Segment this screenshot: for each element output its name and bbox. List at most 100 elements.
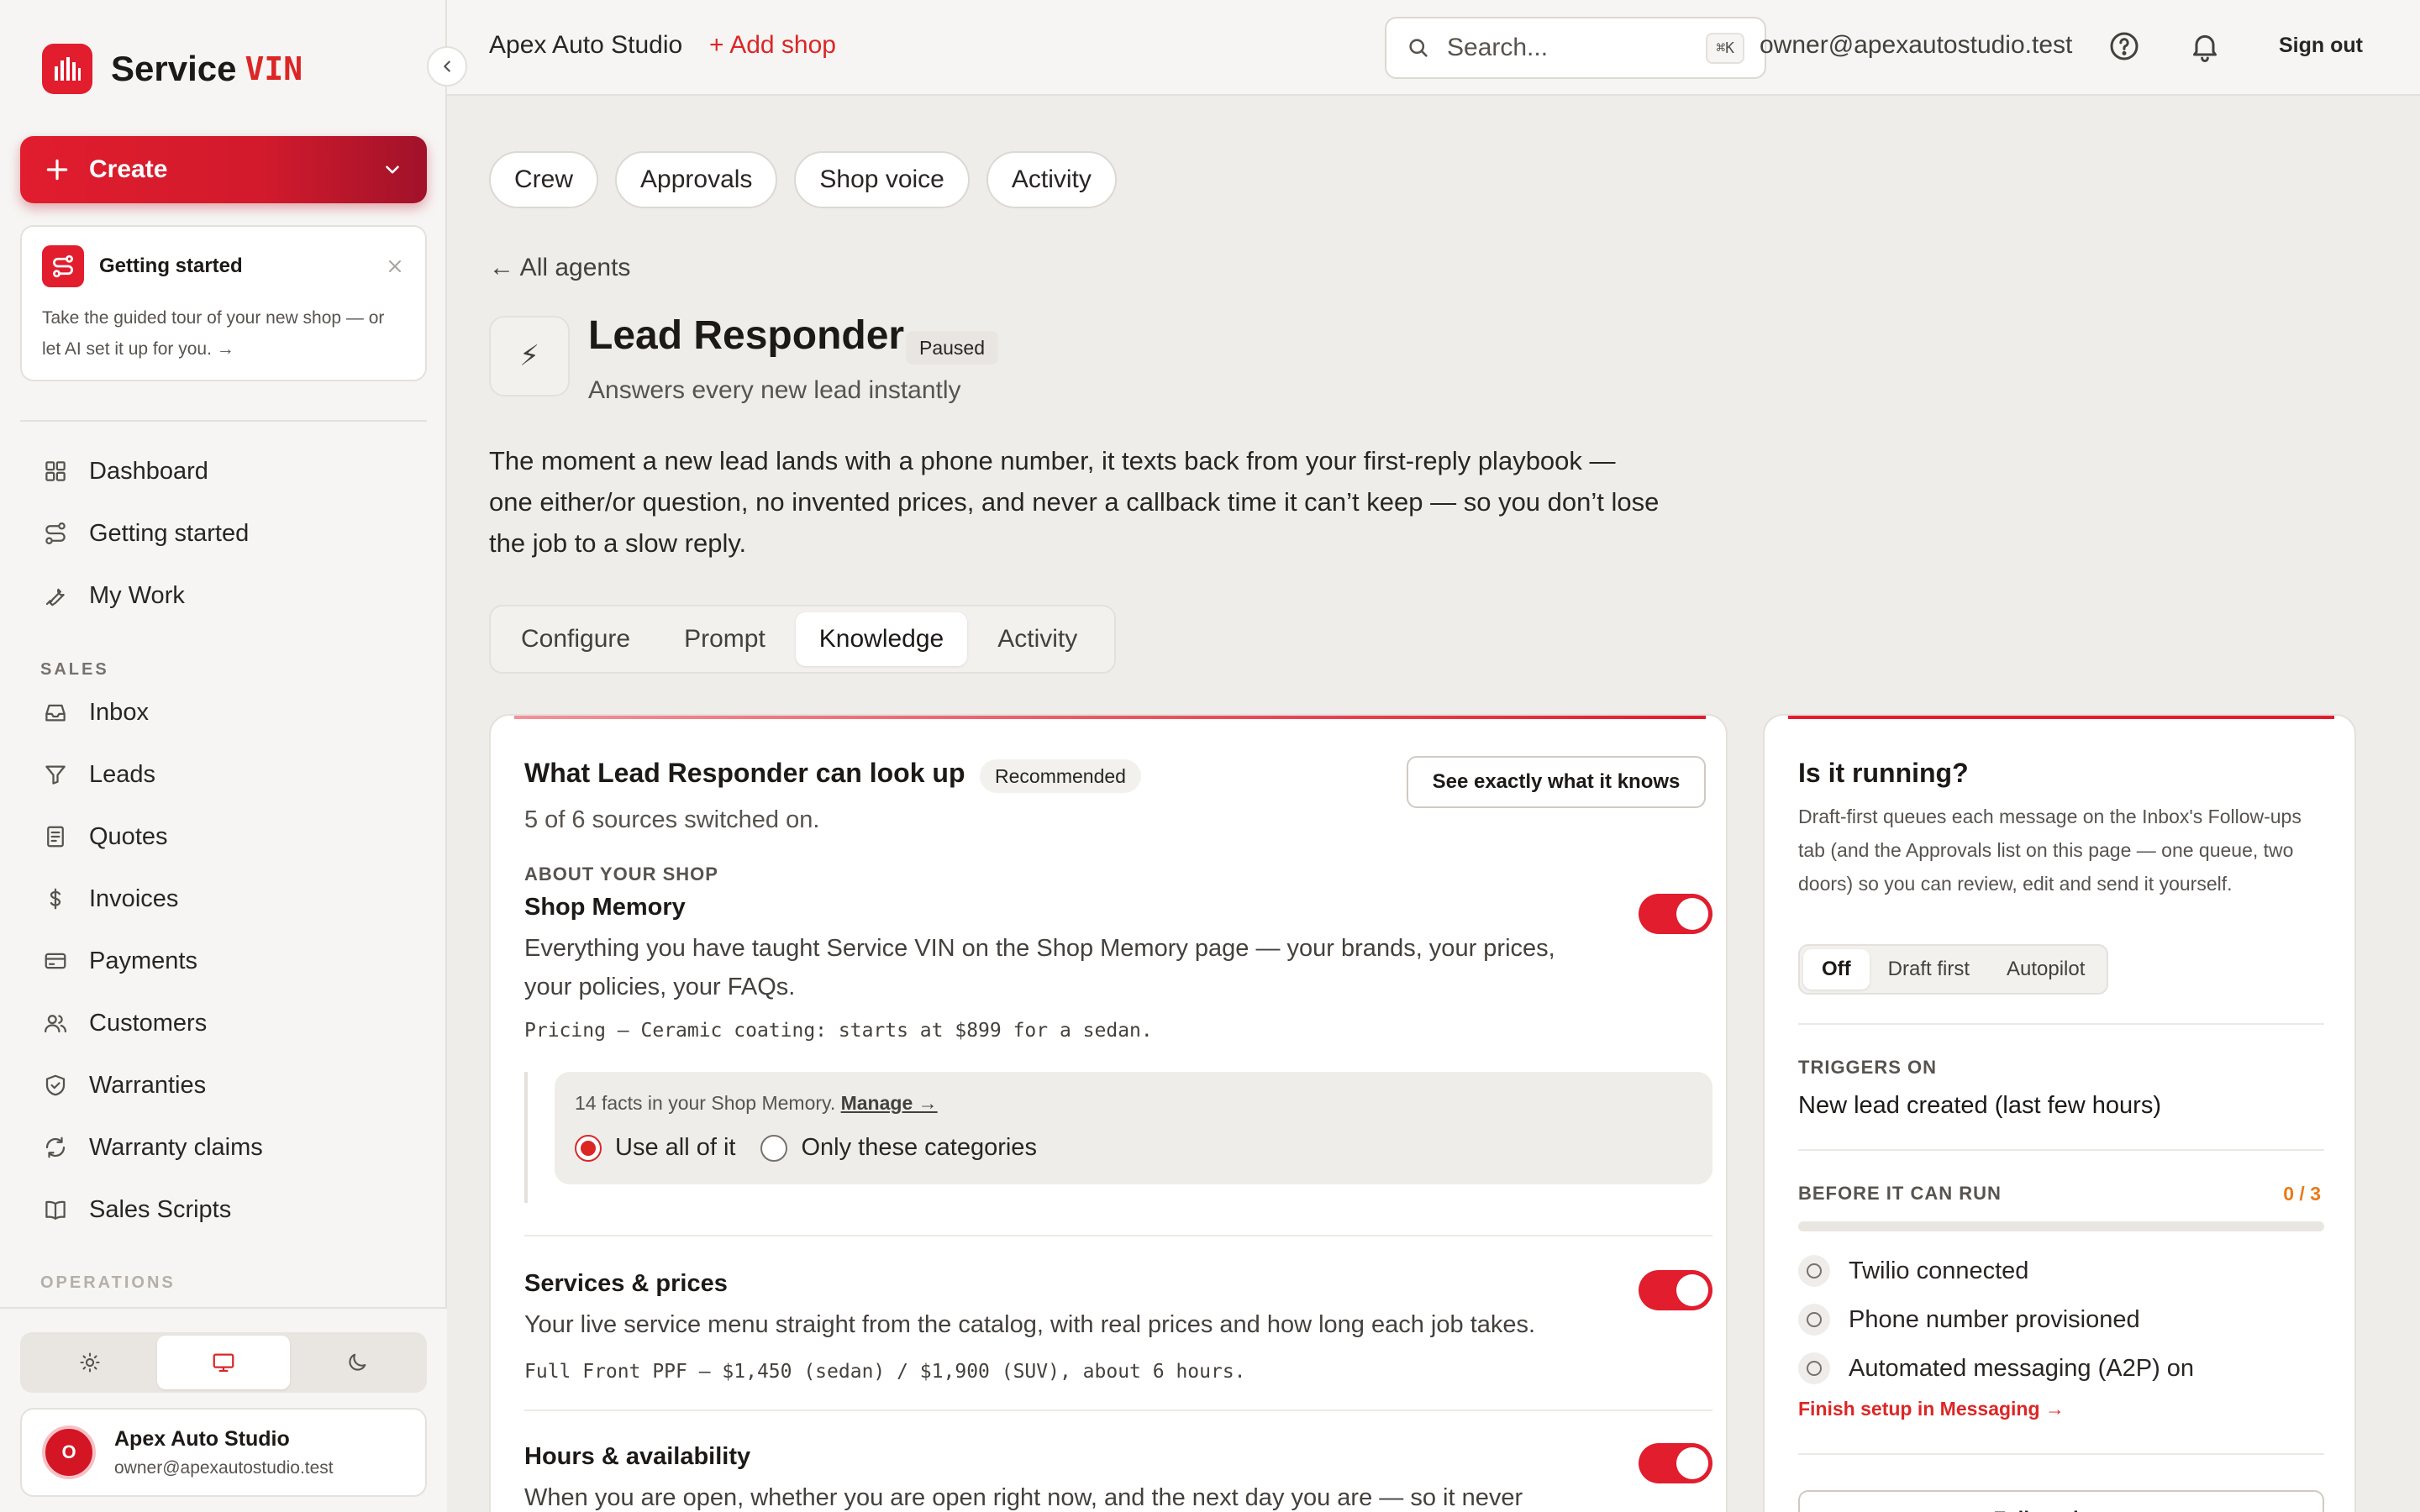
bell-icon[interactable]: [2188, 29, 2222, 63]
lightning-icon: ⚡: [489, 316, 570, 396]
sidebar-item-label: My Work: [89, 581, 185, 609]
agent-tabs: Configure Prompt Knowledge Activity: [489, 605, 1117, 674]
pill-activity[interactable]: Activity: [986, 151, 1117, 208]
setup-progress-bar: [1798, 1221, 2324, 1231]
sidebar-item-warranty-claims[interactable]: Warranty claims: [40, 1126, 263, 1169]
search-placeholder: Search...: [1447, 34, 1549, 61]
source-divider: [524, 1235, 1712, 1236]
check-label: Automated messaging (A2P) on: [1849, 1354, 2195, 1382]
sidebar-item-dashboard[interactable]: Dashboard: [40, 449, 208, 493]
knowledge-title: What Lead Responder can look up: [524, 758, 965, 788]
grid-icon: [40, 456, 71, 486]
search-icon: [1409, 39, 1428, 57]
pending-circle-icon: [1798, 1352, 1830, 1384]
sidebar-item-getting-started[interactable]: Getting started: [40, 512, 249, 555]
sidebar-item-invoices[interactable]: Invoices: [40, 877, 178, 921]
avatar: O: [42, 1425, 96, 1479]
sidebar-item-quotes[interactable]: Quotes: [40, 815, 168, 858]
card-divider: [1798, 1453, 2324, 1455]
theme-light-option[interactable]: [24, 1336, 157, 1389]
sidebar-item-warranties[interactable]: Warranties: [40, 1063, 206, 1107]
tab-prompt[interactable]: Prompt: [660, 612, 789, 666]
help-icon[interactable]: [2107, 29, 2141, 63]
user-card[interactable]: O Apex Auto Studio owner@apexautostudio.…: [20, 1408, 427, 1497]
tab-activity[interactable]: Activity: [974, 612, 1101, 666]
shield-check-icon: [40, 1070, 71, 1100]
theme-dark-option[interactable]: [290, 1336, 424, 1389]
document-icon: [40, 822, 71, 852]
manage-memory-link[interactable]: Manage →: [841, 1092, 938, 1114]
getting-started-card[interactable]: Getting started Take the guided tour of …: [20, 225, 427, 381]
brand-logo[interactable]: Service VIN: [42, 42, 302, 96]
tab-configure[interactable]: Configure: [497, 612, 654, 666]
search-input[interactable]: Search... ⌘K: [1385, 17, 1766, 79]
add-shop-link[interactable]: + Add shop: [709, 31, 836, 60]
radio-only-categories[interactable]: [760, 1134, 788, 1162]
toggle-knob: [1676, 898, 1708, 930]
inbox-icon: [40, 697, 71, 727]
memory-box-rail: [524, 1072, 528, 1203]
sidebar-item-label: Warranty claims: [89, 1133, 263, 1161]
source-description: When you are open, whether you are open …: [524, 1484, 1523, 1511]
sidebar-item-sales-scripts[interactable]: Sales Scripts: [40, 1188, 231, 1231]
finish-setup-link[interactable]: Finish setup in Messaging →: [1798, 1398, 2065, 1420]
nav-section-operations: OPERATIONS: [40, 1273, 176, 1292]
sign-out-button[interactable]: Sign out: [2279, 34, 2363, 58]
mode-autopilot[interactable]: Autopilot: [1988, 949, 2103, 990]
mode-off[interactable]: Off: [1803, 949, 1870, 990]
run-mode-selector: Off Draft first Autopilot: [1798, 944, 2109, 995]
sidebar-item-leads[interactable]: Leads: [40, 753, 155, 796]
agent-subtitle: Answers every new lead instantly: [588, 376, 961, 404]
pending-circle-icon: [1798, 1304, 1830, 1336]
sidebar-divider: [20, 420, 427, 422]
sidebar-item-inbox[interactable]: Inbox: [40, 690, 149, 734]
create-button[interactable]: Create: [20, 136, 427, 203]
full-run-log-button[interactable]: Full run log →: [1798, 1490, 2324, 1512]
monitor-icon: [213, 1353, 234, 1373]
shop-memory-toggle[interactable]: [1639, 894, 1712, 934]
sidebar-item-label: Inbox: [89, 698, 149, 726]
mode-draft-first[interactable]: Draft first: [1870, 949, 1988, 990]
back-to-agents-link[interactable]: ← All agents: [489, 254, 630, 282]
wrench-icon: [40, 580, 71, 611]
tab-knowledge[interactable]: Knowledge: [795, 612, 968, 666]
sidebar-item-payments[interactable]: Payments: [40, 939, 197, 983]
sidebar-item-label: Leads: [89, 760, 156, 788]
hours-availability-toggle[interactable]: [1639, 1443, 1712, 1483]
pill-approvals[interactable]: Approvals: [615, 151, 778, 208]
toggle-knob: [1676, 1274, 1708, 1306]
sources-summary: 5 of 6 sources switched on.: [524, 806, 820, 833]
logo-bars-icon: [42, 44, 92, 94]
route-icon: [42, 245, 84, 287]
pill-shop-voice[interactable]: Shop voice: [794, 151, 970, 208]
sidebar-item-label: Quotes: [89, 822, 168, 850]
filter-icon: [40, 759, 71, 790]
toggle-knob: [1676, 1447, 1708, 1479]
check-label: Twilio connected: [1849, 1257, 2029, 1284]
sidebar-footer: O Apex Auto Studio owner@apexautostudio.…: [0, 1307, 447, 1512]
is-it-running-card: Is it running? Draft-first queues each m…: [1763, 714, 2356, 1512]
card-accent-line: [1788, 716, 2334, 719]
collapse-sidebar-button[interactable]: [427, 46, 467, 87]
dollar-icon: [40, 884, 71, 914]
sidebar-item-label: Getting started: [89, 519, 250, 547]
sidebar-item-my-work[interactable]: My Work: [40, 574, 185, 617]
radio-use-all[interactable]: [575, 1134, 602, 1162]
agent-section-pills: Crew Approvals Shop voice Activity: [489, 151, 1134, 208]
knowledge-card: What Lead Responder can look up Recommen…: [489, 714, 1728, 1512]
top-bar: Apex Auto Studio + Add shop Search... ⌘K…: [447, 0, 2420, 96]
route-icon: [40, 518, 71, 549]
pill-crew[interactable]: Crew: [489, 151, 599, 208]
current-shop-name[interactable]: Apex Auto Studio: [489, 31, 682, 60]
card-divider: [1798, 1023, 2324, 1025]
services-prices-toggle[interactable]: [1639, 1270, 1712, 1310]
theme-system-option[interactable]: [156, 1336, 291, 1389]
status-badge: Paused: [906, 331, 999, 365]
source-title: Hours & availability: [524, 1443, 751, 1470]
see-what-it-knows-button[interactable]: See exactly what it knows: [1407, 756, 1706, 808]
setup-progress-count: 0 / 3: [2283, 1183, 2321, 1205]
getting-started-title: Getting started: [99, 255, 243, 277]
chevron-down-icon[interactable]: [381, 159, 403, 181]
close-icon[interactable]: [385, 256, 405, 276]
sidebar-item-customers[interactable]: Customers: [40, 1001, 207, 1045]
